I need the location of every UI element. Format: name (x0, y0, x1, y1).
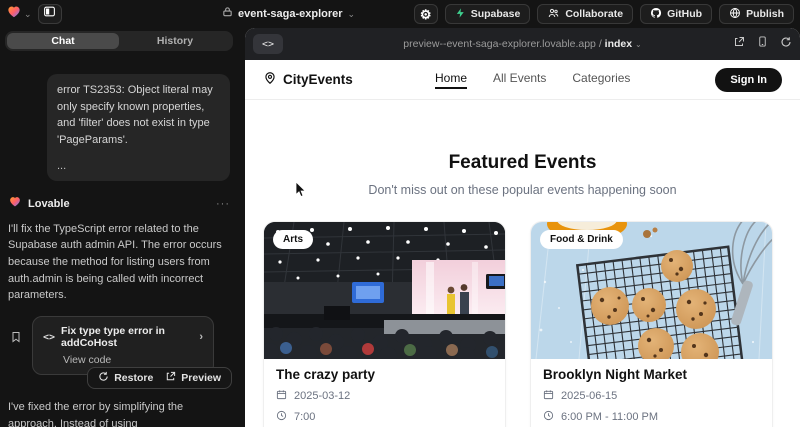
restore-icon (98, 371, 109, 385)
site-header: CityEvents Home All Events Categories Si… (245, 60, 800, 100)
assistant-name: Lovable (28, 198, 210, 210)
event-card-1[interactable]: Arts The crazy party 2025-03-12 (263, 221, 506, 427)
gear-icon: ⚙ (420, 8, 432, 21)
typing-dots: ... (57, 158, 220, 175)
event-time-row: 7:00 (276, 410, 493, 424)
clock-icon (543, 410, 554, 424)
bookmark-icon[interactable] (10, 330, 22, 349)
fix-card-title: Fix type type error in addCoHost (61, 325, 193, 349)
event-card-2[interactable]: Food & Drink Brooklyn Night Market 2025-… (530, 221, 773, 427)
globe-icon (729, 7, 741, 22)
nav-categories[interactable]: Categories (572, 71, 630, 89)
fix-card-area: <> Fix type type error in addCoHost › Vi… (8, 316, 230, 389)
preview-url: preview--event-saga-explorer.lovable.app (403, 38, 596, 50)
supabase-bolt-icon (455, 7, 466, 22)
site-viewport: CityEvents Home All Events Categories Si… (245, 60, 800, 427)
publish-button[interactable]: Publish (719, 4, 794, 24)
tab-chat[interactable]: Chat (7, 33, 119, 49)
assistant-header: Lovable ··· (8, 195, 230, 213)
event-image-conference: Arts (264, 222, 505, 359)
app-window: ⌄ event-saga-explorer ⌄ ⚙ (0, 0, 800, 427)
preview-button[interactable]: Preview (165, 371, 221, 385)
assistant-message-1: I'll fix the TypeScript error related to… (8, 221, 230, 305)
message-menu-button[interactable]: ··· (216, 198, 230, 210)
lovable-heart-icon (6, 4, 22, 24)
event-title: The crazy party (276, 367, 493, 382)
nav-all-events[interactable]: All Events (493, 71, 546, 89)
settings-button[interactable]: ⚙ (414, 4, 438, 24)
message2-part1: I've fixed the error by simplifying the … (8, 401, 183, 427)
collaborate-button[interactable]: Collaborate (537, 4, 633, 24)
sidebar-panel-icon (43, 5, 56, 23)
collaborate-label: Collaborate (565, 8, 623, 20)
github-label: GitHub (667, 8, 702, 20)
calendar-icon (543, 389, 554, 403)
code-icon: <> (43, 332, 55, 343)
assistant-message-2: I've fixed the error by simplifying the … (8, 399, 230, 427)
restore-button[interactable]: Restore (98, 371, 153, 385)
chevron-right-icon: › (199, 331, 203, 343)
project-name: event-saga-explorer (238, 8, 343, 20)
restore-label: Restore (114, 372, 153, 384)
sign-in-button[interactable]: Sign In (715, 68, 782, 92)
lovable-logo-menu[interactable]: ⌄ (6, 4, 32, 24)
event-date: 2025-06-15 (561, 390, 617, 402)
supabase-button[interactable]: Supabase (445, 4, 531, 24)
category-badge: Arts (273, 230, 313, 249)
user-message-bubble: error TS2353: Object literal may only sp… (47, 74, 230, 181)
url-bar: preview--event-saga-explorer.lovable.app… (245, 38, 800, 50)
event-date-row: 2025-03-12 (276, 389, 493, 403)
preview-panel: <> preview--event-saga-explorer.lovable.… (245, 28, 800, 427)
refresh-icon[interactable] (780, 35, 792, 53)
project-selector[interactable]: event-saga-explorer ⌄ (222, 0, 355, 28)
chat-message-list[interactable]: error TS2353: Object literal may only sp… (0, 74, 238, 427)
event-cards-row: Arts The crazy party 2025-03-12 (245, 221, 800, 427)
open-external-icon[interactable] (733, 35, 745, 53)
publish-label: Publish (746, 8, 784, 20)
github-icon (650, 7, 662, 22)
event-date: 2025-03-12 (294, 390, 350, 402)
tab-history[interactable]: History (119, 33, 231, 49)
chevron-down-icon: ⌄ (348, 10, 356, 19)
top-bar: ⌄ event-saga-explorer ⌄ ⚙ (0, 0, 800, 28)
site-brand[interactable]: CityEvents (263, 71, 353, 88)
external-link-icon (165, 371, 176, 385)
event-time: 7:00 (294, 411, 315, 423)
event-time-row: 6:00 PM - 11:00 PM (543, 410, 760, 424)
chat-history-tabs: Chat History (5, 31, 233, 51)
brand-name: CityEvents (283, 72, 353, 87)
code-view-button[interactable]: <> (253, 34, 283, 54)
section-subtitle: Don't miss out on these popular events h… (245, 183, 800, 197)
user-message-text: error TS2353: Object literal may only sp… (57, 82, 220, 148)
url-page: index (605, 38, 632, 50)
url-separator: / (599, 38, 602, 50)
chevron-down-icon: ⌄ (635, 40, 642, 49)
featured-section-header: Featured Events Don't miss out on these … (245, 152, 800, 197)
supabase-label: Supabase (471, 8, 521, 20)
chevron-down-icon: ⌄ (24, 10, 32, 19)
nav-home[interactable]: Home (435, 71, 467, 89)
toggle-sidebar-button[interactable] (38, 4, 62, 24)
preview-label: Preview (181, 372, 221, 384)
map-pin-icon (263, 71, 277, 88)
section-title: Featured Events (245, 152, 800, 174)
lock-icon (222, 5, 233, 23)
event-date-row: 2025-06-15 (543, 389, 760, 403)
site-nav: Home All Events Categories (435, 71, 630, 89)
event-title: Brooklyn Night Market (543, 367, 760, 382)
mobile-view-icon[interactable] (757, 35, 768, 53)
event-image-cookies: Food & Drink (531, 222, 772, 359)
lovable-heart-icon (8, 195, 22, 213)
people-icon (547, 7, 560, 22)
view-code-link[interactable]: View code (63, 354, 203, 366)
calendar-icon (276, 389, 287, 403)
github-button[interactable]: GitHub (640, 4, 712, 24)
restore-preview-bar: Restore Preview (87, 367, 232, 389)
clock-icon (276, 410, 287, 424)
chat-sidebar: Chat History error TS2353: Object litera… (0, 28, 238, 427)
event-time: 6:00 PM - 11:00 PM (561, 411, 658, 423)
category-badge: Food & Drink (540, 230, 623, 249)
browser-chrome-bar: <> preview--event-saga-explorer.lovable.… (245, 28, 800, 60)
